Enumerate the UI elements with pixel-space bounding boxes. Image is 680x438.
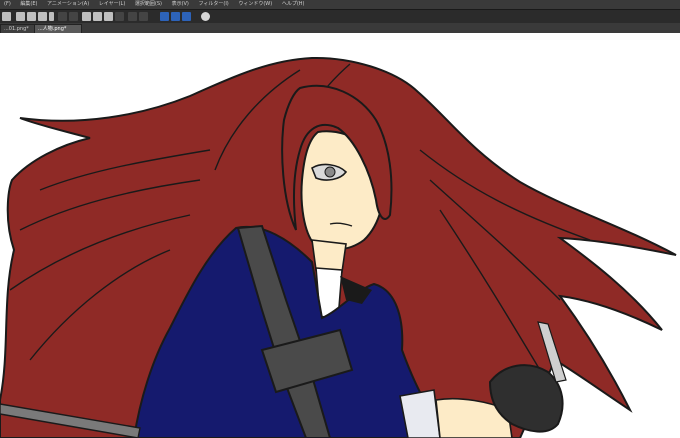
menu-file[interactable]: (F) xyxy=(0,0,15,9)
color-icon[interactable] xyxy=(49,12,54,21)
menu-view[interactable]: 表示(V) xyxy=(168,0,193,9)
document-tabs: ...01.png* ...人物.png* xyxy=(0,23,680,34)
transform-icon[interactable] xyxy=(104,12,113,21)
iris xyxy=(324,166,336,178)
menu-edit[interactable]: 編集(E) xyxy=(16,0,41,9)
redo-icon[interactable] xyxy=(69,12,78,21)
clear-icon[interactable] xyxy=(82,12,91,21)
select-icon[interactable] xyxy=(139,12,148,21)
menu-bar: (F) 編集(E) アニメーション(A) レイヤー(L) 選択範囲(S) 表示(… xyxy=(0,0,680,9)
neck xyxy=(311,239,347,273)
deselect-icon[interactable] xyxy=(115,12,124,21)
menu-filter[interactable]: フィルター(I) xyxy=(194,0,232,9)
drawing-canvas[interactable] xyxy=(0,33,680,438)
app-window: (F) 編集(E) アニメーション(A) レイヤー(L) 選択範囲(S) 表示(… xyxy=(0,0,680,438)
cuff xyxy=(399,389,441,438)
help-icon[interactable] xyxy=(201,12,210,21)
invert-icon[interactable] xyxy=(128,12,137,21)
open-icon[interactable] xyxy=(27,12,36,21)
menu-animation[interactable]: アニメーション(A) xyxy=(43,0,93,9)
new-icon[interactable] xyxy=(16,12,25,21)
menu-layer[interactable]: レイヤー(L) xyxy=(95,0,130,9)
menu-window[interactable]: ウィンドウ(W) xyxy=(234,0,276,9)
fill-icon[interactable] xyxy=(93,12,102,21)
toolbar xyxy=(0,9,680,24)
menu-help[interactable]: ヘルプ(H) xyxy=(278,0,309,9)
character-illustration xyxy=(0,56,677,438)
lasso-icon[interactable] xyxy=(160,12,169,21)
brush-icon[interactable] xyxy=(182,12,191,21)
menu-selection[interactable]: 選択範囲(S) xyxy=(131,0,166,9)
undo-icon[interactable] xyxy=(58,12,67,21)
menu-icon[interactable] xyxy=(2,12,11,21)
paint-bucket-icon[interactable] xyxy=(171,12,180,21)
save-icon[interactable] xyxy=(38,12,47,21)
